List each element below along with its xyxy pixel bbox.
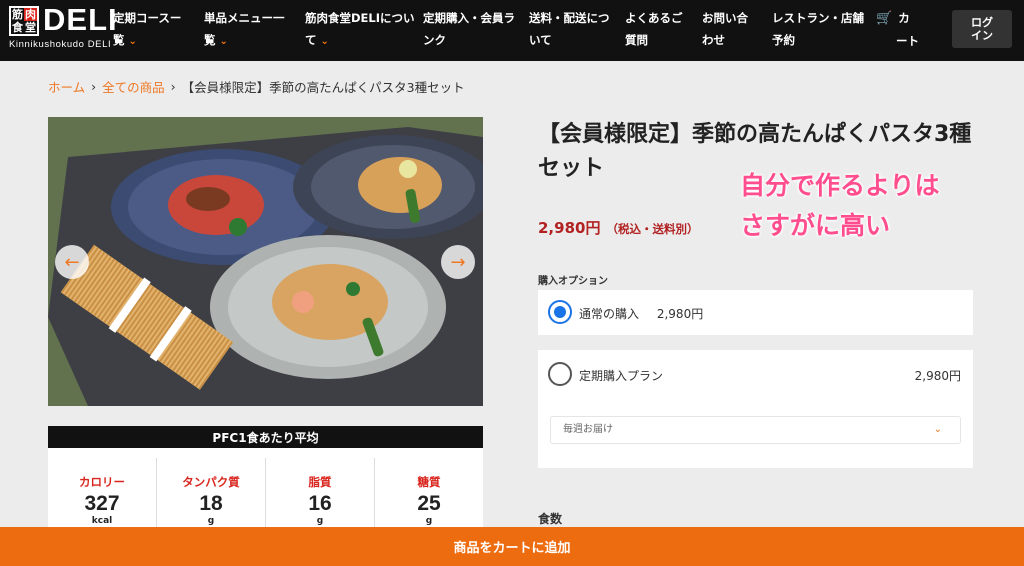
logo-kanji-1: 筋: [12, 8, 23, 21]
login-button[interactable]: ログ イン: [952, 10, 1012, 48]
image-next-button[interactable]: →: [441, 245, 475, 279]
pfc-value: 25: [417, 492, 441, 515]
nav-label: て: [305, 33, 317, 47]
pfc-value: 327: [84, 492, 120, 515]
login-label: ログ: [971, 16, 993, 29]
frequency-selected: 毎週お届け: [563, 424, 613, 435]
pfc-value: 18: [199, 492, 223, 515]
pfc-unit: g: [316, 516, 324, 526]
nav-single-menu[interactable]: 単品メニュー一 覧 ⌄: [204, 7, 285, 53]
logo-subtitle: Kinnikushokudo DELI: [9, 39, 112, 50]
option-normal[interactable]: 通常の購入 2,980円: [538, 290, 973, 335]
nav-contact[interactable]: お問い合 わせ: [702, 7, 748, 51]
option-normal-price: 2,980円: [656, 307, 704, 321]
pfc-fat: 脂質 16 g: [266, 458, 375, 528]
nav-label: ート: [896, 34, 919, 48]
product-price: 2,980円 （税込・送料別）: [538, 217, 698, 238]
nav-label: わせ: [702, 33, 725, 47]
nav-course-list[interactable]: 定期コースー 覧 ⌄: [113, 7, 181, 53]
breadcrumb-home[interactable]: ホーム: [48, 77, 85, 96]
nav-label: 定期コースー: [113, 11, 182, 25]
breadcrumb-all-products[interactable]: 全ての商品: [102, 77, 165, 96]
option-subscription-price: 2,980円: [914, 369, 961, 383]
pfc-unit: kcal: [91, 516, 113, 526]
purchase-options-label: 購入オプション: [538, 276, 608, 287]
nav-label: 単品メニュー一: [204, 11, 285, 25]
overlay-caption: 自分で作るよりは さすがに高い: [740, 166, 940, 246]
breadcrumb-separator: ›: [91, 79, 97, 94]
nav-label: お問い合: [702, 11, 748, 25]
radio-normal[interactable]: [548, 300, 572, 324]
logo-text[interactable]: DELI: [43, 2, 118, 38]
image-prev-button[interactable]: ←: [55, 245, 89, 279]
nav-subscription[interactable]: 定期購入・会員ラ ンク: [423, 7, 515, 51]
pfc-protein: タンパク質 18 g: [157, 458, 266, 528]
nav-about[interactable]: 筋肉食堂DELIについ て ⌄: [305, 7, 415, 53]
nav-label: 筋肉食堂DELIについ: [305, 11, 415, 25]
option-subscription[interactable]: 定期購入プラン 2,980円 毎週お届け ⌄: [538, 350, 973, 468]
price-value: 2,980円: [538, 219, 601, 237]
breadcrumb: ホーム › 全ての商品 › 【会員様限定】季節の高たんぱくパスタ3種セット: [48, 77, 465, 96]
pfc-carbs: 糖質 25 g: [375, 458, 483, 528]
nav-label: 質問: [625, 33, 648, 47]
pfc-label: 糖質: [417, 475, 441, 489]
chevron-down-icon: ⌄: [219, 36, 228, 47]
nav-label: 定期購入・会員ラ: [423, 11, 515, 25]
logo-kanji-4: 堂: [25, 21, 36, 34]
logo-kanji-2: 肉: [24, 8, 37, 21]
pfc-unit: g: [207, 516, 215, 526]
product-image[interactable]: [48, 117, 483, 406]
breadcrumb-current: 【会員様限定】季節の高たんぱくパスタ3種セット: [181, 80, 465, 95]
nav-label: 送料・配送につ: [529, 11, 610, 25]
chevron-down-icon: ⌄: [320, 36, 329, 47]
pfc-unit: g: [425, 516, 433, 526]
chevron-down-icon: ⌄: [933, 424, 942, 435]
logo-mark[interactable]: 筋 肉 食 堂: [9, 6, 39, 36]
nav-label: 覧: [204, 33, 216, 47]
nav-restaurant[interactable]: レストラン・店舗 予約: [772, 7, 864, 51]
option-normal-text: 通常の購入 2,980円: [579, 305, 703, 322]
nav-label: 覧: [113, 33, 125, 47]
pfc-value: 16: [308, 492, 332, 515]
logo-kanji-3: 食: [12, 21, 23, 34]
nav-label: いて: [529, 33, 552, 47]
quantity-label: 食数: [538, 512, 563, 526]
frequency-select[interactable]: 毎週お届け ⌄: [550, 416, 961, 444]
nav-label: カ: [898, 11, 910, 25]
overlay-line: 自分で作るよりは: [740, 171, 940, 200]
option-normal-label: 通常の購入: [579, 307, 640, 321]
pfc-header: PFC1食あたり平均: [48, 426, 483, 448]
nav-label: レストラン・店舗: [772, 11, 864, 25]
pfc-table: カロリー 327 kcal タンパク質 18 g 脂質 16 g 糖質 25 g: [48, 448, 483, 528]
pfc-label: カロリー: [79, 475, 125, 489]
site-header: 筋 肉 食 堂 DELI Kinnikushokudo DELI 定期コースー …: [0, 0, 1024, 61]
pfc-label: 脂質: [308, 475, 332, 489]
nav-label: ンク: [423, 33, 446, 47]
breadcrumb-separator: ›: [170, 79, 176, 94]
add-to-cart-button[interactable]: 商品をカートに追加: [0, 527, 1024, 566]
chevron-down-icon: ⌄: [128, 36, 137, 47]
login-label: イン: [971, 29, 993, 42]
nav-faq[interactable]: よくあるご 質問: [625, 7, 683, 51]
radio-subscription[interactable]: [548, 362, 572, 386]
overlay-line: さすがに高い: [740, 211, 891, 240]
nav-label: よくあるご: [625, 11, 683, 25]
pfc-calorie: カロリー 327 kcal: [48, 458, 157, 528]
arrow-left-icon: ←: [64, 251, 80, 273]
nav-shipping[interactable]: 送料・配送につ いて: [529, 7, 610, 51]
cart-icon: 🛒: [876, 11, 893, 26]
nav-label: 予約: [772, 33, 795, 47]
arrow-right-icon: →: [450, 251, 466, 273]
pfc-label: タンパク質: [182, 475, 240, 489]
nav-cart[interactable]: 🛒 カ ート: [876, 7, 919, 52]
option-subscription-label: 定期購入プラン: [579, 369, 664, 383]
tax-note: （税込・送料別）: [606, 222, 699, 236]
